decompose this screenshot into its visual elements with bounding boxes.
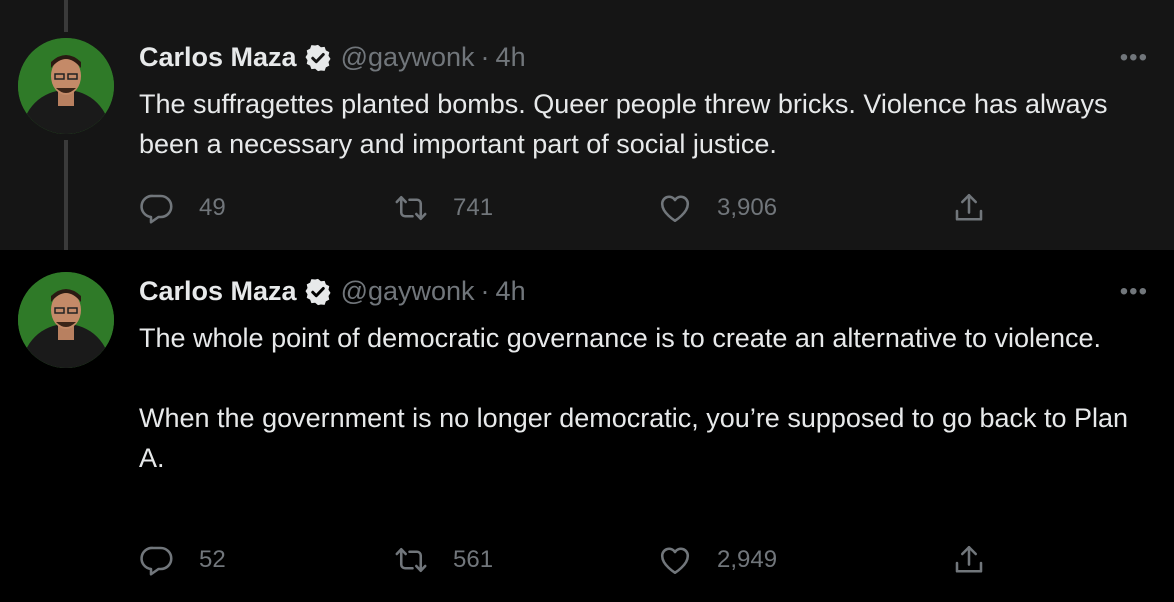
reply-count: 49 xyxy=(199,194,226,221)
tweet-header: Carlos Maza @gaywonk · 4h xyxy=(139,276,526,307)
tweet-actions: 49 741 3,906 xyxy=(139,188,999,228)
more-options-icon[interactable]: ••• xyxy=(1120,278,1148,306)
like-count: 2,949 xyxy=(717,546,778,573)
thread-line xyxy=(64,0,68,32)
reply-count: 52 xyxy=(199,546,226,573)
tweet-text: The whole point of democratic governance… xyxy=(139,318,1149,478)
avatar[interactable] xyxy=(18,272,114,368)
tweet[interactable]: Carlos Maza @gaywonk · 4h ••• The suffra… xyxy=(0,0,1174,268)
share-button[interactable] xyxy=(951,540,987,580)
reply-button[interactable]: 52 xyxy=(139,540,226,580)
share-icon xyxy=(955,545,983,573)
retweet-count: 561 xyxy=(453,546,494,573)
author-handle[interactable]: @gaywonk xyxy=(341,276,475,307)
share-icon xyxy=(955,193,983,221)
timestamp[interactable]: 4h xyxy=(496,276,526,307)
more-options-icon[interactable]: ••• xyxy=(1120,44,1148,72)
like-button[interactable]: 3,906 xyxy=(657,188,777,228)
reply-icon xyxy=(140,194,173,224)
reply-button[interactable]: 49 xyxy=(139,188,226,228)
tweet-paragraph: The suffragettes planted bombs. Queer pe… xyxy=(139,89,1108,159)
like-button[interactable]: 2,949 xyxy=(657,540,777,580)
tweet[interactable]: Carlos Maza @gaywonk · 4h ••• The whole … xyxy=(0,250,1174,602)
verified-badge-icon xyxy=(305,278,331,305)
like-count: 3,906 xyxy=(717,194,778,221)
tweet-text: The suffragettes planted bombs. Queer pe… xyxy=(139,84,1149,164)
tweet-paragraph: The whole point of democratic governance… xyxy=(139,323,1102,353)
author-name[interactable]: Carlos Maza xyxy=(139,42,297,73)
separator-dot: · xyxy=(480,42,490,72)
author-name[interactable]: Carlos Maza xyxy=(139,276,297,307)
author-handle[interactable]: @gaywonk xyxy=(341,42,475,73)
share-button[interactable] xyxy=(951,188,987,228)
verified-badge-icon xyxy=(305,44,331,71)
retweet-button[interactable]: 741 xyxy=(393,188,493,228)
retweet-icon xyxy=(395,195,427,221)
reply-icon xyxy=(140,546,173,576)
like-icon xyxy=(660,547,690,575)
timestamp[interactable]: 4h xyxy=(496,42,526,73)
retweet-icon xyxy=(395,547,427,573)
tweet-header: Carlos Maza @gaywonk · 4h xyxy=(139,42,526,73)
thread-line xyxy=(64,140,68,268)
retweet-count: 741 xyxy=(453,194,494,221)
separator-dot: · xyxy=(480,276,490,306)
avatar[interactable] xyxy=(18,38,114,134)
tweet-actions: 52 561 2,949 xyxy=(139,540,999,580)
tweet-paragraph: When the government is no longer democra… xyxy=(139,403,1129,473)
like-icon xyxy=(660,195,690,223)
retweet-button[interactable]: 561 xyxy=(393,540,493,580)
